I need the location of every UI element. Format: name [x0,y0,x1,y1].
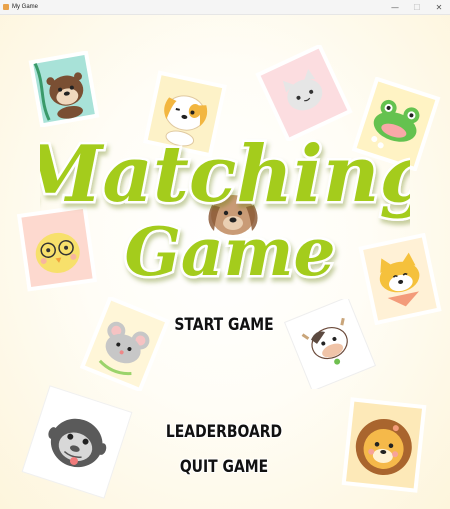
cow-card [284,299,376,389]
app-icon [3,4,9,10]
game-canvas: Matching Game START GAME LEADERBOARD QUI… [0,15,450,509]
mouse-card [80,297,170,391]
maximize-button[interactable]: ☐ [406,0,428,14]
leaderboard-button[interactable]: LEADERBOARD [153,422,295,442]
quit-game-button[interactable]: QUIT GAME [170,457,278,477]
quit-game-label: QUIT GAME [179,457,269,477]
title-line-2: Game [125,213,336,291]
leaderboard-label: LEADERBOARD [165,422,283,442]
window-title: My Game [12,4,39,10]
title-line-1: Matching [40,129,410,220]
start-game-label: START GAME [174,315,274,335]
minimize-button[interactable]: — [384,0,406,14]
lion-card [336,393,432,497]
window-titlebar: My Game — ☐ ✕ [0,0,450,15]
game-title: Matching Game [40,127,410,294]
gorilla-card [18,385,136,499]
start-game-button[interactable]: START GAME [163,315,284,335]
window-controls: — ☐ ✕ [384,0,450,14]
close-button[interactable]: ✕ [428,0,450,14]
